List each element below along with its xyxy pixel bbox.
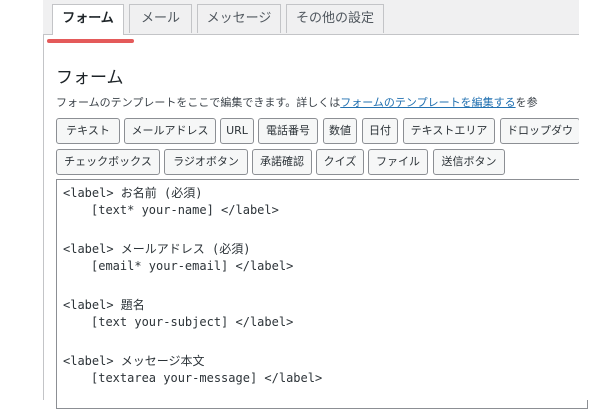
description-suffix: を参: [515, 96, 538, 109]
code-line: [text* your-name] </label>: [91, 203, 279, 217]
active-tab-indicator: [47, 39, 134, 43]
tag-button-date[interactable]: 日付: [362, 118, 398, 144]
code-line: <label> 題名: [63, 298, 145, 312]
right-margin: [579, 0, 600, 400]
tag-button-dropdown[interactable]: ドロップダウ: [500, 118, 580, 144]
tab-additional-settings[interactable]: その他の設定: [286, 4, 384, 33]
code-line: <label> お名前 (必須): [63, 186, 203, 200]
code-line: [email* your-email] </label>: [91, 259, 294, 273]
code-line: <label> メッセージ本文: [63, 354, 205, 368]
code-line: <label> メールアドレス (必須): [63, 242, 251, 256]
tag-button-acceptance[interactable]: 承諾確認: [252, 149, 312, 175]
form-template-editor[interactable]: <label> お名前 (必須) [text* your-name] </lab…: [56, 179, 588, 409]
tag-button-quiz[interactable]: クイズ: [316, 149, 364, 175]
tab-mail[interactable]: メール: [129, 4, 192, 33]
description-prefix: フォームのテンプレートをここで編集できます。詳しくは: [56, 96, 341, 109]
tag-button-number[interactable]: 数値: [323, 118, 357, 144]
code-line: [text your-subject] </label>: [91, 315, 294, 329]
code-line: [textarea your-message] </label>: [91, 371, 323, 385]
form-panel: フォーム フォームのテンプレートをここで編集できます。詳しくはフォームのテンプレ…: [43, 34, 588, 409]
tag-button-textarea[interactable]: テキストエリア: [403, 118, 495, 144]
tag-button-text[interactable]: テキスト: [56, 118, 120, 144]
tag-button-submit[interactable]: 送信ボタン: [433, 149, 505, 175]
left-margin: [0, 0, 43, 400]
form-template-help-link[interactable]: フォームのテンプレートを編集する: [340, 96, 515, 109]
tag-button-email[interactable]: メールアドレス: [124, 118, 216, 144]
tag-button-checkbox[interactable]: チェックボックス: [56, 149, 160, 175]
tab-form[interactable]: フォーム: [52, 4, 124, 35]
tag-button-tel[interactable]: 電話番号: [258, 118, 318, 144]
tag-button-radio[interactable]: ラジオボタン: [164, 149, 248, 175]
tag-button-file[interactable]: ファイル: [368, 149, 428, 175]
tab-messages[interactable]: メッセージ: [197, 4, 281, 33]
tag-button-url[interactable]: URL: [220, 118, 254, 144]
panel-description: フォームのテンプレートをここで編集できます。詳しくはフォームのテンプレートを編集…: [56, 94, 538, 110]
panel-title: フォーム: [56, 68, 124, 88]
